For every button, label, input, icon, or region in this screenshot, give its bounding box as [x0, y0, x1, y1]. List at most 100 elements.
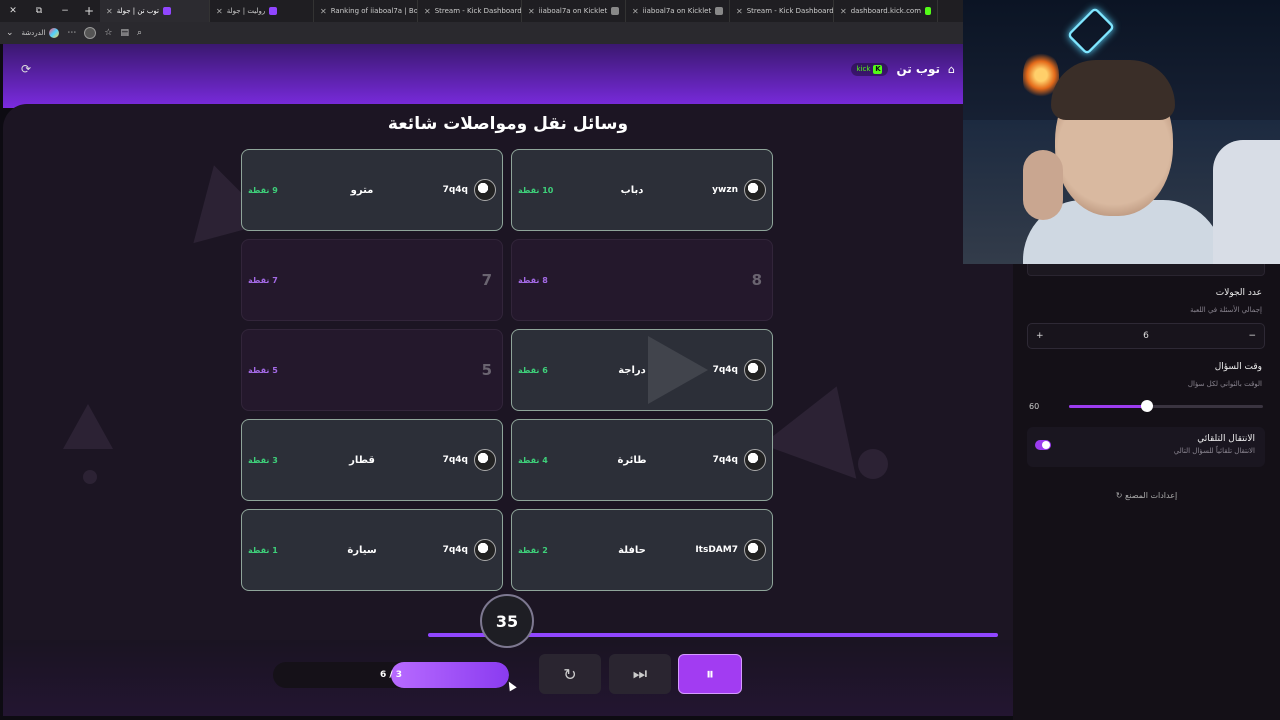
answer-points: 8 نقطة: [518, 275, 548, 285]
time-setting: وقت السؤال الوقت بالثواني لكل سؤال: [1188, 362, 1262, 388]
player-avatar: [744, 179, 766, 201]
reset-button[interactable]: ↻: [539, 654, 601, 694]
play-watermark-icon: [648, 336, 708, 404]
answer-slot: 7q4q سيارة 1 نقطة: [241, 509, 503, 591]
slot-rank: 7: [481, 271, 492, 289]
browser-tab[interactable]: ✕ Stream - Kick Dashboard: [418, 0, 522, 22]
close-tab-icon[interactable]: ✕: [424, 7, 431, 16]
question-title: وسائل نقل ومواصلات شائعة: [387, 114, 629, 134]
triangle-decoration: [63, 404, 113, 449]
browser-tab[interactable]: ✕ توب تن | جولة: [100, 0, 210, 22]
slot-rank: 8: [751, 271, 762, 289]
time-value: 60: [1029, 402, 1040, 411]
kick-label: kick: [856, 65, 871, 73]
browser-tab[interactable]: ✕ Stream - Kick Dashboard: [730, 0, 834, 22]
browser-tab-label: dashboard.kick.com: [850, 7, 922, 15]
webcam-person-hand: [1023, 150, 1063, 220]
time-slider-thumb[interactable]: [1141, 400, 1153, 412]
reader-icon[interactable]: ▤: [121, 28, 130, 38]
rounds-value[interactable]: 6: [1143, 331, 1149, 341]
kick-badge: K kick: [850, 62, 889, 76]
browser-tab[interactable]: ✕ iiaboal7a on Kicklet: [626, 0, 730, 22]
auto-advance-sublabel: الانتقال تلقائياً للسؤال التالي: [1173, 447, 1255, 455]
circle-decoration: [858, 449, 888, 479]
answer-points: 9 نقطة: [248, 185, 278, 195]
browser-tab[interactable]: ✕ Ranking of iiaboal7a | Bot: [314, 0, 418, 22]
answer-points: 7 نقطة: [248, 275, 278, 285]
close-tab-icon[interactable]: ✕: [106, 7, 113, 16]
circle-decoration: [83, 470, 97, 484]
new-tab-icon[interactable]: +: [78, 4, 100, 18]
slot-rank: 5: [481, 361, 492, 379]
auto-advance-toggle[interactable]: [1035, 440, 1051, 450]
profile-avatar[interactable]: [84, 27, 97, 39]
player-avatar: [474, 179, 496, 201]
answer-points: 10 نقطة: [518, 185, 554, 195]
chat-app-icon: [49, 28, 60, 38]
factory-reset-button[interactable]: إعدادات المصنع ↻: [1013, 491, 1280, 500]
answer-points: 1 نقطة: [248, 545, 278, 555]
answer-player: 7q4q: [416, 449, 496, 471]
settings-panel: عدد الجولات إجمالي الأسئلة في اللعبة + 6…: [1013, 258, 1280, 720]
restore-window-icon[interactable]: ⧉: [26, 0, 52, 22]
timer-value: 35: [480, 594, 534, 648]
tab-favicon-icon: [925, 7, 931, 15]
close-tab-icon[interactable]: ✕: [840, 7, 847, 16]
app-header: ⟳ ⌂ توب تن K kick: [3, 44, 963, 108]
answer-slot: ItsDAM7 حافلة 2 نقطة: [511, 509, 773, 591]
pause-button[interactable]: ⏸: [678, 654, 742, 694]
round-progress: 6 / 3: [273, 662, 509, 688]
webcam-person-hair: [1051, 60, 1175, 120]
browser-tab[interactable]: ✕ dashboard.kick.com: [834, 0, 938, 22]
more-icon[interactable]: ⋯: [67, 28, 76, 38]
search-icon[interactable]: ⌕: [137, 28, 142, 38]
home-icon[interactable]: ⌂: [948, 63, 955, 76]
browser-tab[interactable]: ✕ iiaboal7a on Kicklet: [522, 0, 626, 22]
browser-tab[interactable]: ✕ روليت | جولة: [210, 0, 314, 22]
auto-advance-setting: الانتقال التلقائي الانتقال تلقائياً للسؤ…: [1027, 427, 1265, 467]
reset-icon: ↻: [1115, 491, 1123, 500]
auto-advance-label: الانتقال التلقائي: [1197, 434, 1255, 444]
close-tab-icon[interactable]: ✕: [736, 7, 743, 16]
player-name: 7q4q: [442, 545, 468, 555]
close-tab-icon[interactable]: ✕: [632, 7, 639, 16]
answer-slot: ywzn دباب 10 نقطة: [511, 149, 773, 231]
star-icon[interactable]: ☆: [104, 28, 112, 38]
webcam-neon-sign: [1066, 6, 1116, 56]
brand: ⌂ توب تن K kick: [850, 62, 955, 76]
answer-slot: 7q4q طائرة 4 نقطة: [511, 419, 773, 501]
player-name: ItsDAM7: [695, 545, 738, 555]
auto-advance-text: الانتقال التلقائي الانتقال تلقائياً للسؤ…: [1174, 434, 1255, 455]
rounds-label: عدد الجولات: [1215, 288, 1262, 298]
player-name: 7q4q: [442, 185, 468, 195]
answer-points: 5 نقطة: [248, 365, 278, 375]
answer-slot: 7q4q دراجة 6 نقطة: [511, 329, 773, 411]
close-tab-icon[interactable]: ✕: [320, 7, 327, 16]
skip-button[interactable]: ⏭: [609, 654, 671, 694]
answer-player: ywzn: [686, 179, 766, 201]
tab-favicon-icon: [163, 7, 171, 15]
chevron-down-icon[interactable]: ⌄: [6, 28, 14, 38]
answer-player: 7q4q: [686, 449, 766, 471]
answer-slot: 7q4q قطار 3 نقطة: [241, 419, 503, 501]
webcam-second-person: [1213, 140, 1280, 264]
chat-button[interactable]: الدردشة: [22, 28, 60, 38]
rounds-sublabel: إجمالي الأسئلة في اللعبة: [1190, 306, 1262, 314]
plus-icon[interactable]: +: [1036, 331, 1044, 341]
minimize-window-icon[interactable]: −: [52, 0, 78, 22]
close-tab-icon[interactable]: ✕: [216, 7, 223, 16]
answer-text: دباب: [620, 184, 644, 196]
close-tab-icon[interactable]: ✕: [528, 7, 535, 16]
tab-favicon-icon: [611, 7, 619, 15]
minus-icon[interactable]: −: [1248, 331, 1256, 341]
rounds-stepper: + 6 −: [1027, 323, 1265, 349]
browser-toolbar: ⌄ الدردشة ⋯ ☆ ▤ ⌕: [0, 22, 963, 44]
factory-reset-label: إعدادات المصنع: [1125, 491, 1178, 500]
player-name: ywzn: [712, 185, 738, 195]
webcam-feed: [963, 0, 1280, 264]
answer-text: مترو: [350, 184, 374, 196]
chat-label: الدردشة: [21, 29, 46, 37]
close-window-icon[interactable]: ✕: [0, 0, 26, 22]
tab-favicon-icon: [269, 7, 278, 15]
refresh-icon[interactable]: ⟳: [21, 62, 31, 76]
